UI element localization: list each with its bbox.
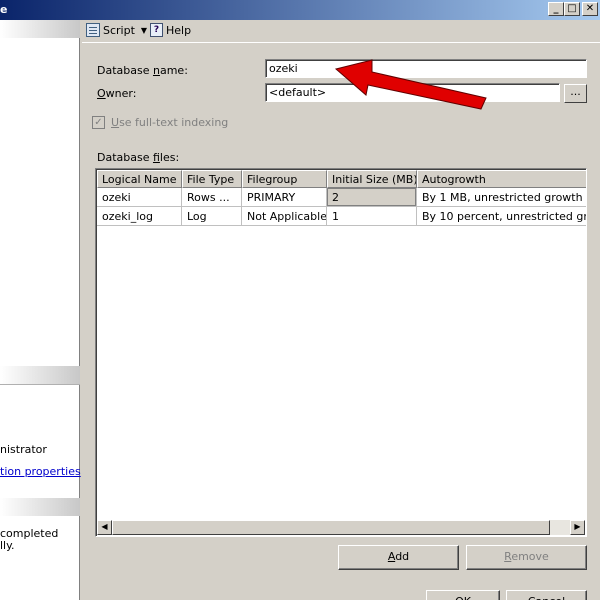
script-icon (86, 23, 100, 37)
scroll-right-icon[interactable]: ▶ (570, 520, 585, 535)
scrollbar-thumb[interactable] (112, 520, 550, 535)
connection-header (0, 366, 80, 384)
minimize-button[interactable]: _ (548, 2, 564, 16)
database-name-input[interactable]: ozeki (265, 59, 587, 78)
left-panel: nistrator tion properties completed lly. (0, 20, 81, 600)
ok-button[interactable]: OK (426, 590, 500, 600)
help-label: Help (166, 23, 192, 37)
table-row-cell[interactable]: By 1 MB, unrestricted growth (417, 188, 586, 207)
script-button[interactable]: Script ▼ (86, 23, 147, 37)
add-file-button[interactable]: Add (338, 545, 459, 570)
close-button[interactable]: ✕ (582, 2, 598, 16)
connection-user: nistrator (0, 443, 47, 456)
database-files-label: Database files: (97, 151, 180, 164)
table-row-cell[interactable]: PRIMARY (242, 188, 327, 207)
toolbar: Script ▼ ? Help (82, 20, 600, 42)
horizontal-scrollbar[interactable]: ◀ ▶ (97, 520, 585, 535)
chevron-down-icon[interactable]: ▼ (141, 26, 147, 35)
column-header-autogrowth[interactable]: Autogrowth (417, 170, 586, 188)
fulltext-indexing-row: ✓ Use full-text indexing (92, 116, 228, 129)
database-files-grid[interactable]: Logical Name File Type Filegroup Initial… (95, 168, 587, 537)
window-title: e (0, 3, 8, 16)
table-row-cell[interactable]: 1 (327, 207, 417, 226)
fulltext-indexing-checkbox[interactable]: ✓ (92, 116, 105, 129)
help-icon: ? (150, 23, 163, 37)
maximize-button[interactable]: □ (564, 2, 580, 16)
table-row-cell[interactable]: ozeki (97, 188, 182, 207)
column-header-filegroup[interactable]: Filegroup (242, 170, 327, 188)
browse-owner-button[interactable]: ... (564, 84, 587, 103)
column-header-logical-name[interactable]: Logical Name (97, 170, 182, 188)
toolbar-separator (82, 42, 600, 43)
scroll-left-icon[interactable]: ◀ (97, 520, 112, 535)
table-row-cell[interactable]: Log (182, 207, 242, 226)
column-header-initial-size[interactable]: Initial Size (MB) (327, 170, 417, 188)
owner-input[interactable]: <default> (265, 83, 560, 102)
table-row-cell[interactable]: Not Applicable (242, 207, 327, 226)
table-row-cell[interactable]: Rows ... (182, 188, 242, 207)
column-header-file-type[interactable]: File Type (182, 170, 242, 188)
progress-status-line2: lly. (0, 539, 15, 552)
title-bar: e _ □ ✕ (0, 0, 600, 20)
cancel-button[interactable]: Cancel (506, 590, 587, 600)
help-button[interactable]: ? Help (150, 23, 191, 37)
connection-divider (0, 384, 80, 385)
progress-header (0, 498, 80, 516)
database-name-label: Database name: (97, 64, 188, 77)
script-label: Script (103, 23, 135, 37)
remove-file-button[interactable]: Remove (466, 545, 587, 570)
view-connection-properties-link[interactable]: tion properties (0, 465, 81, 478)
owner-label: Owner: (97, 87, 137, 100)
table-row-cell[interactable]: ozeki_log (97, 207, 182, 226)
select-page-header (0, 20, 80, 38)
fulltext-indexing-label: Use full-text indexing (111, 116, 229, 129)
table-row-cell-selected[interactable]: 2 (327, 188, 417, 207)
table-row-cell[interactable]: By 10 percent, unrestricted growth (417, 207, 586, 226)
